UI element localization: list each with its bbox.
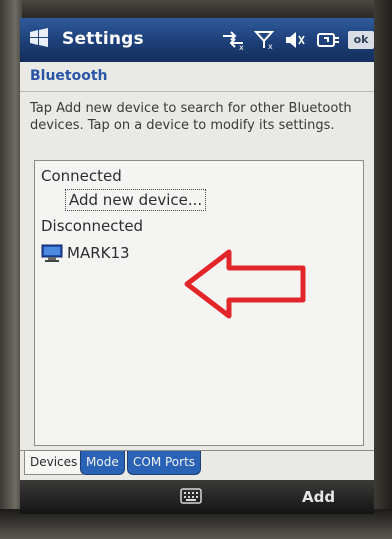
svg-text:x: x: [268, 42, 273, 50]
windows-start-icon[interactable]: [28, 27, 50, 49]
tab-mode[interactable]: Mode: [80, 451, 125, 475]
page-title: Bluetooth: [30, 68, 108, 84]
title-bar: Settings x x ok: [20, 18, 374, 62]
add-softkey-button[interactable]: Add: [302, 488, 335, 506]
signal-off-icon[interactable]: x: [254, 30, 276, 50]
instructions-text: Tap Add new device to search for other B…: [30, 101, 352, 133]
svg-text:x: x: [239, 43, 244, 50]
softkey-bar: Add: [20, 480, 374, 514]
computer-icon: [41, 244, 63, 262]
device-screen: Settings x x ok Bluetooth Tap Add new de…: [20, 18, 374, 514]
add-new-device-item[interactable]: Add new device...: [65, 189, 207, 211]
tab-bar: Devices Mode COM Ports: [20, 450, 374, 480]
photo-frame-left: [0, 0, 22, 539]
photo-frame-right: [374, 0, 392, 539]
power-plug-icon[interactable]: [316, 30, 342, 50]
connected-group-label: Connected: [41, 167, 122, 185]
page-subheader: Bluetooth: [20, 62, 374, 92]
disconnected-group-label: Disconnected: [41, 217, 144, 235]
tab-devices[interactable]: Devices: [24, 451, 84, 475]
keyboard-icon[interactable]: [180, 488, 202, 504]
tab-com-ports[interactable]: COM Ports: [127, 451, 202, 475]
device-list[interactable]: Connected Add new device... Disconnected…: [34, 160, 364, 446]
connectivity-icon[interactable]: x: [220, 30, 246, 50]
speaker-icon[interactable]: [284, 30, 306, 50]
list-item-mark13[interactable]: MARK13: [41, 243, 130, 263]
device-name: MARK13: [67, 244, 130, 262]
window-title: Settings: [62, 29, 144, 49]
ok-button[interactable]: ok: [348, 31, 374, 49]
red-arrow-annotation: [184, 249, 306, 319]
